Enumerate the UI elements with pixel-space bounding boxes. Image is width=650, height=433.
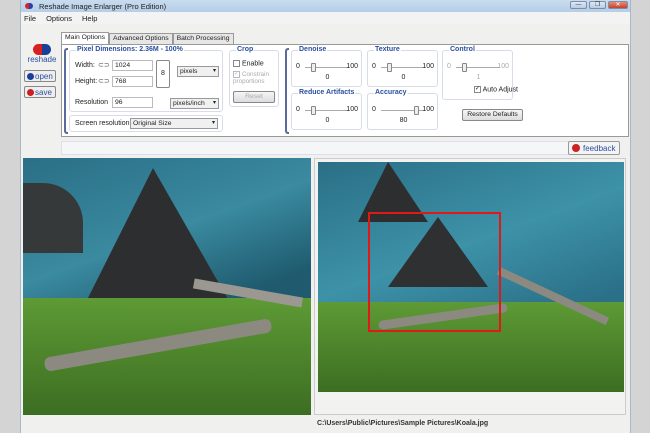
save-button[interactable]: save (24, 86, 56, 98)
control-max: 100 (497, 63, 509, 70)
screen-resolution-group: Screen resolution Original Size (69, 115, 223, 132)
open-button[interactable]: open (24, 70, 56, 82)
bug-icon (572, 144, 580, 152)
accuracy-label: Accuracy (374, 89, 408, 96)
tab-batch-processing[interactable]: Batch Processing (172, 33, 234, 44)
reduce-slider-thumb[interactable] (311, 106, 316, 115)
control-value: 1 (476, 74, 481, 81)
window-title: Reshade Image Enlarger (Pro Edition) (39, 1, 167, 11)
denoise-group: Denoise 0 100 0 (291, 46, 362, 87)
minimize-button[interactable]: — (570, 1, 587, 9)
menu-options[interactable]: Options (46, 14, 72, 23)
bracket-divider (285, 48, 289, 134)
resolution-unit-select[interactable]: pixels/inch (170, 98, 219, 109)
info-bar (61, 141, 581, 155)
denoise-min: 0 (296, 63, 300, 70)
accuracy-max: 100 (422, 106, 434, 113)
open-icon (27, 72, 34, 80)
bracket-divider (64, 48, 68, 134)
crop-selection-rectangle[interactable] (368, 212, 501, 332)
link-icon: ⊂⊃ (98, 62, 110, 69)
app-icon (25, 3, 33, 9)
height-input[interactable]: 768 (112, 76, 153, 87)
screen-resolution-label: Screen resolution (75, 120, 130, 127)
status-file-path: C:\Users\Public\Pictures\Sample Pictures… (317, 420, 489, 427)
reduce-min: 0 (296, 106, 300, 113)
denoise-slider-thumb[interactable] (311, 63, 316, 72)
resolution-label: Resolution (75, 99, 109, 106)
pixel-dimensions-group: Pixel Dimensions: 2.36M - 100% Width: ⊂⊃… (69, 46, 223, 112)
menu-bar: File Options Help (21, 12, 630, 24)
reduce-value: 0 (325, 117, 330, 124)
reduce-label: Reduce Artifacts (298, 89, 356, 96)
menu-help[interactable]: Help (82, 14, 97, 23)
feedback-label: feedback (583, 143, 616, 153)
save-icon (27, 88, 34, 96)
crop-label: Crop (236, 46, 255, 53)
texture-value: 0 (401, 74, 406, 81)
crop-reset-button[interactable]: Reset (233, 91, 275, 103)
original-image (23, 158, 311, 415)
control-slider-thumb[interactable] (462, 63, 468, 72)
accuracy-min: 0 (372, 106, 376, 113)
control-slider[interactable] (456, 63, 500, 72)
menu-file[interactable]: File (24, 14, 36, 23)
open-label: open (35, 71, 53, 81)
close-button[interactable]: ✕ (608, 1, 628, 9)
height-label: Height: (75, 78, 98, 85)
save-label: save (35, 87, 52, 97)
auto-adjust-checkbox[interactable]: ✓ Auto Adjust (474, 86, 518, 93)
crop-group: Crop Enable ✓ Constrain proportions Reset (229, 46, 279, 107)
crop-enable-checkbox[interactable]: Enable (233, 60, 264, 67)
logo-icon (33, 44, 51, 55)
feedback-button[interactable]: feedback (568, 141, 620, 155)
denoise-label: Denoise (298, 46, 328, 53)
reduce-group: Reduce Artifacts 0 100 0 (291, 89, 362, 130)
main-options-panel: Pixel Dimensions: 2.36M - 100% Width: ⊂⊃… (61, 44, 629, 137)
texture-label: Texture (374, 46, 401, 53)
preview-panel (314, 158, 626, 415)
reduce-slider[interactable] (305, 106, 349, 115)
crop-enable-label: Enable (241, 60, 264, 68)
denoise-value: 0 (325, 74, 330, 81)
tab-advanced-options[interactable]: Advanced Options (109, 33, 173, 44)
app-window: Reshade Image Enlarger (Pro Edition) — ❐… (20, 0, 631, 433)
title-bar: Reshade Image Enlarger (Pro Edition) — ❐… (21, 0, 630, 12)
link-icon: ⊂⊃ (98, 78, 110, 85)
constrain-proportions-checkbox[interactable]: ✓ Constrain proportions (233, 71, 279, 85)
width-input[interactable]: 1024 (112, 60, 153, 71)
texture-slider[interactable] (381, 63, 425, 72)
denoise-max: 100 (346, 63, 358, 70)
texture-group: Texture 0 100 0 (367, 46, 438, 87)
auto-adjust-label: Auto Adjust (482, 86, 518, 94)
tab-main-options[interactable]: Main Options (61, 32, 110, 44)
unit-select[interactable]: pixels (177, 66, 219, 77)
constrain-chain-toggle[interactable]: 8 (156, 60, 170, 88)
accuracy-slider[interactable] (381, 106, 425, 115)
accuracy-group: Accuracy 0 100 80 (367, 89, 438, 130)
texture-min: 0 (372, 63, 376, 70)
maximize-button[interactable]: ❐ (589, 1, 606, 9)
resolution-input[interactable]: 96 (112, 97, 153, 108)
preview-image (318, 162, 624, 392)
accuracy-value: 80 (399, 117, 408, 124)
texture-slider-thumb[interactable] (387, 63, 392, 72)
accuracy-slider-thumb[interactable] (414, 106, 420, 115)
pixel-dimensions-label: Pixel Dimensions: 2.36M - 100% (76, 46, 184, 53)
restore-defaults-button[interactable]: Restore Defaults (462, 109, 523, 121)
screen-resolution-select[interactable]: Original Size (130, 118, 218, 129)
control-label: Control (449, 46, 476, 53)
width-label: Width: (75, 62, 95, 69)
reduce-max: 100 (346, 106, 358, 113)
reshade-logo: reshade (25, 44, 59, 64)
control-min: 0 (447, 63, 451, 70)
texture-max: 100 (422, 63, 434, 70)
logo-text: reshade (27, 55, 57, 64)
denoise-slider[interactable] (305, 63, 349, 72)
